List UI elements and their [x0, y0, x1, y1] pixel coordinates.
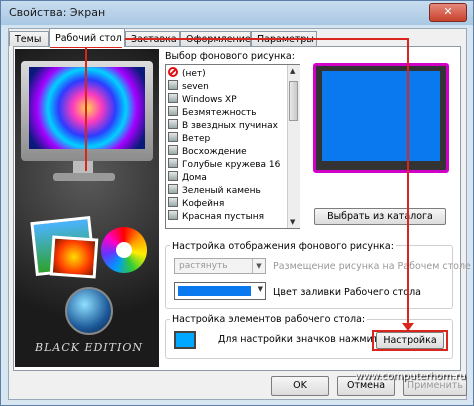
list-item[interactable]: Ветер — [168, 132, 210, 145]
list-item-label: Дома — [182, 173, 207, 183]
theme-preview-image: BLACK EDITION — [15, 49, 159, 367]
list-item[interactable]: Голубые кружева 16 — [168, 158, 280, 171]
window-title: Свойства: Экран — [9, 6, 106, 19]
choose-from-catalog-button[interactable]: Выбрать из каталога — [314, 208, 446, 225]
list-item[interactable]: Восхождение — [168, 145, 247, 158]
image-file-icon — [168, 158, 178, 168]
list-item-label: seven — [182, 82, 209, 92]
annotation-line — [85, 48, 87, 171]
tab-desktop[interactable]: Рабочий стол — [49, 28, 125, 47]
chevron-down-icon: ▼ — [252, 259, 265, 273]
annotation-line — [120, 38, 408, 40]
display-settings-label: Настройка отображения фонового рисунка: — [170, 241, 396, 252]
background-list[interactable]: (нет) seven Windows XP Безмятежность В з… — [165, 64, 300, 229]
list-item[interactable]: В звездных пучинах — [168, 119, 278, 132]
list-item-label: Восхождение — [182, 147, 247, 157]
brand-text: BLACK EDITION — [35, 341, 143, 354]
scroll-thumb[interactable] — [289, 81, 298, 121]
image-file-icon — [168, 184, 178, 194]
annotation-box — [372, 330, 448, 332]
list-item[interactable]: seven — [168, 80, 209, 93]
list-item[interactable]: Windows XP — [168, 93, 237, 106]
list-item-label: Кофейня — [182, 199, 225, 209]
image-file-icon — [168, 197, 178, 207]
list-scrollbar[interactable]: ▲ ▼ — [287, 65, 300, 228]
list-item[interactable]: Кофейня — [168, 197, 224, 210]
list-item-label: Windows XP — [182, 95, 237, 105]
ok-button[interactable]: OK — [271, 376, 329, 396]
chevron-down-icon: ▼ — [257, 285, 263, 293]
fill-color-label: Цвет заливки Рабочего стола — [273, 287, 421, 298]
scroll-down-icon[interactable]: ▼ — [290, 218, 295, 226]
image-file-icon — [168, 80, 178, 90]
position-select[interactable]: растянуть ▼ — [174, 258, 266, 274]
image-file-icon — [168, 132, 178, 142]
list-item-label: Голубые кружева 16 — [182, 160, 281, 170]
list-item-label: Ветер — [182, 134, 211, 144]
image-file-icon — [168, 119, 178, 129]
none-icon — [168, 67, 178, 77]
title-bar[interactable]: Свойства: Экран ✕ — [1, 1, 473, 25]
fill-color-picker[interactable]: ▼ — [174, 282, 266, 300]
image-file-icon — [168, 210, 178, 220]
flower-photo-icon — [49, 235, 99, 279]
display-properties-window: Свойства: Экран ✕ Темы Рабочий стол Заст… — [0, 0, 474, 406]
annotation-box — [372, 349, 448, 351]
desktop-preview — [313, 63, 449, 173]
position-select-value: растянуть — [179, 261, 228, 271]
list-item[interactable]: Безмятежность — [168, 106, 256, 119]
windows-orb-icon — [65, 287, 113, 335]
list-item[interactable]: Зеленый камень — [168, 184, 261, 197]
monitor-illustration — [21, 61, 153, 161]
desktop-items-hint: Для настройки значков нажмите: — [218, 334, 388, 345]
image-file-icon — [168, 106, 178, 116]
tab-themes[interactable]: Темы — [9, 31, 49, 46]
image-file-icon — [168, 93, 178, 103]
list-item[interactable]: Дома — [168, 171, 207, 184]
monitor-icon — [174, 331, 196, 349]
customize-desktop-button[interactable]: Настройка — [376, 332, 444, 349]
image-file-icon — [168, 171, 178, 181]
list-item[interactable]: Красная пустыня — [168, 210, 264, 223]
position-label: Размещение рисунка на Рабочем столе — [273, 261, 471, 272]
scroll-up-icon[interactable]: ▲ — [290, 67, 295, 75]
fill-color-swatch — [178, 286, 251, 296]
list-item-label: Красная пустыня — [182, 212, 265, 222]
annotation-line — [407, 38, 409, 325]
list-item-label: В звездных пучинах — [182, 121, 278, 131]
list-item-label: Зеленый камень — [182, 186, 261, 196]
watermark: www.computerhom.ru — [355, 371, 466, 382]
wallpaper-art — [29, 67, 145, 149]
list-item-label: Безмятежность — [182, 108, 257, 118]
desktop-preview-screen — [322, 71, 440, 161]
color-wheel-icon — [101, 227, 147, 273]
list-item-label: (нет) — [182, 69, 206, 79]
background-list-label: Выбор фонового рисунка: — [165, 51, 295, 62]
list-item[interactable]: (нет) — [168, 67, 206, 80]
annotation-box — [372, 330, 374, 351]
monitor-base — [53, 173, 115, 181]
annotation-box — [446, 330, 448, 351]
image-file-icon — [168, 145, 178, 155]
desktop-items-label: Настройка элементов рабочего стола: — [170, 314, 368, 325]
close-button[interactable]: ✕ — [429, 3, 467, 22]
